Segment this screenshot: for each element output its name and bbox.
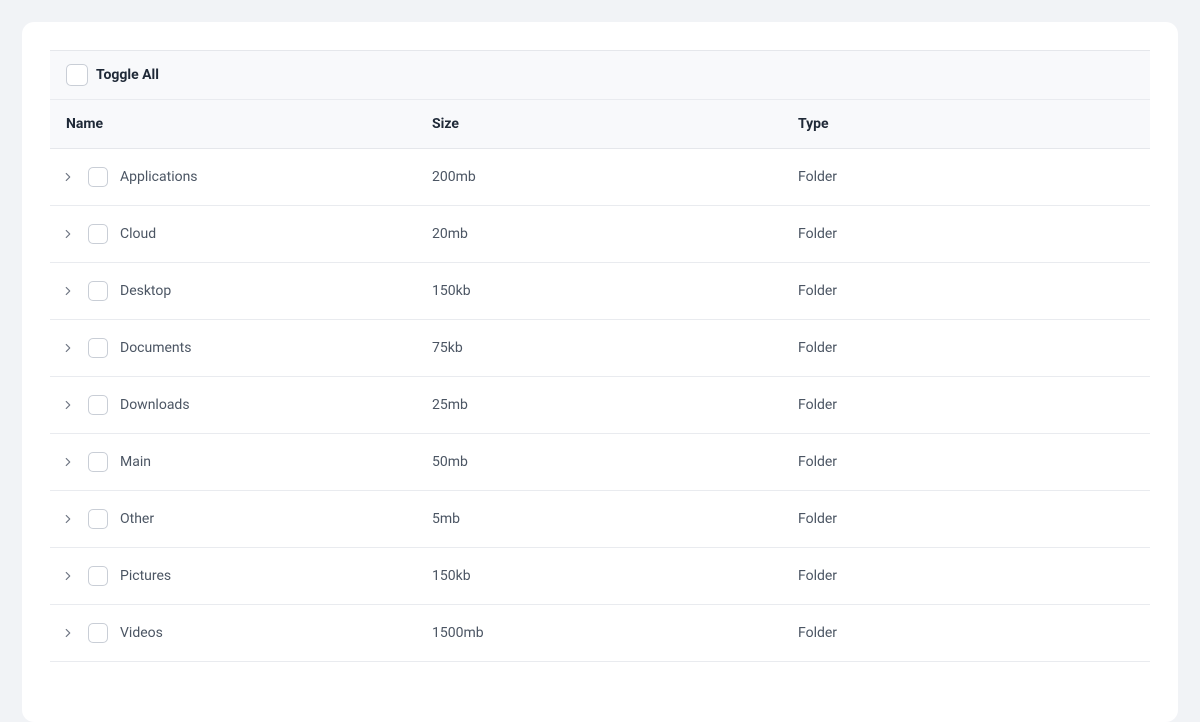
name-cell: Pictures <box>66 566 432 586</box>
row-name: Other <box>120 511 154 527</box>
row-name: Applications <box>120 169 198 185</box>
chevron-right-icon[interactable] <box>60 397 76 413</box>
row-name: Videos <box>120 625 163 641</box>
row-type: Folder <box>798 397 1134 413</box>
name-cell: Main <box>66 452 432 472</box>
table-row: Pictures 150kb Folder <box>50 548 1150 605</box>
chevron-right-icon[interactable] <box>60 340 76 356</box>
chevron-right-icon[interactable] <box>60 625 76 641</box>
chevron-right-icon[interactable] <box>60 283 76 299</box>
row-checkbox[interactable] <box>88 509 108 529</box>
row-size: 75kb <box>432 340 798 356</box>
table-row: Downloads 25mb Folder <box>50 377 1150 434</box>
row-type: Folder <box>798 169 1134 185</box>
file-tree-card: Toggle All Name Size Type Applications 2… <box>22 22 1178 722</box>
row-type: Folder <box>798 454 1134 470</box>
table-row: Other 5mb Folder <box>50 491 1150 548</box>
row-name: Downloads <box>120 397 190 413</box>
column-header-type: Type <box>798 116 1134 132</box>
row-size: 50mb <box>432 454 798 470</box>
chevron-right-icon[interactable] <box>60 511 76 527</box>
row-checkbox[interactable] <box>88 167 108 187</box>
chevron-right-icon[interactable] <box>60 454 76 470</box>
row-checkbox[interactable] <box>88 395 108 415</box>
table-row: Main 50mb Folder <box>50 434 1150 491</box>
table-row: Desktop 150kb Folder <box>50 263 1150 320</box>
row-size: 20mb <box>432 226 798 242</box>
row-checkbox[interactable] <box>88 566 108 586</box>
row-type: Folder <box>798 340 1134 356</box>
row-size: 200mb <box>432 169 798 185</box>
row-type: Folder <box>798 283 1134 299</box>
row-name: Documents <box>120 340 191 356</box>
table-header-row: Name Size Type <box>50 100 1150 149</box>
table-row: Documents 75kb Folder <box>50 320 1150 377</box>
row-size: 150kb <box>432 283 798 299</box>
row-checkbox[interactable] <box>88 452 108 472</box>
row-type: Folder <box>798 226 1134 242</box>
name-cell: Documents <box>66 338 432 358</box>
row-size: 25mb <box>432 397 798 413</box>
row-checkbox[interactable] <box>88 623 108 643</box>
chevron-right-icon[interactable] <box>60 568 76 584</box>
column-header-size: Size <box>432 116 798 132</box>
name-cell: Applications <box>66 167 432 187</box>
table-row: Applications 200mb Folder <box>50 149 1150 206</box>
table-row: Cloud 20mb Folder <box>50 206 1150 263</box>
toggle-all-row: Toggle All <box>50 50 1150 100</box>
row-name: Main <box>120 454 151 470</box>
table-row: Videos 1500mb Folder <box>50 605 1150 662</box>
row-type: Folder <box>798 625 1134 641</box>
row-name: Pictures <box>120 568 171 584</box>
row-size: 150kb <box>432 568 798 584</box>
name-cell: Desktop <box>66 281 432 301</box>
toggle-all-checkbox[interactable] <box>66 64 88 86</box>
row-name: Desktop <box>120 283 171 299</box>
row-type: Folder <box>798 511 1134 527</box>
row-size: 1500mb <box>432 625 798 641</box>
name-cell: Videos <box>66 623 432 643</box>
row-size: 5mb <box>432 511 798 527</box>
row-checkbox[interactable] <box>88 224 108 244</box>
chevron-right-icon[interactable] <box>60 169 76 185</box>
name-cell: Downloads <box>66 395 432 415</box>
row-checkbox[interactable] <box>88 338 108 358</box>
column-header-name: Name <box>66 116 432 132</box>
name-cell: Other <box>66 509 432 529</box>
chevron-right-icon[interactable] <box>60 226 76 242</box>
name-cell: Cloud <box>66 224 432 244</box>
row-type: Folder <box>798 568 1134 584</box>
row-name: Cloud <box>120 226 156 242</box>
table-body: Applications 200mb Folder Cloud 20mb Fol… <box>50 149 1150 662</box>
row-checkbox[interactable] <box>88 281 108 301</box>
toggle-all-label: Toggle All <box>96 67 159 83</box>
